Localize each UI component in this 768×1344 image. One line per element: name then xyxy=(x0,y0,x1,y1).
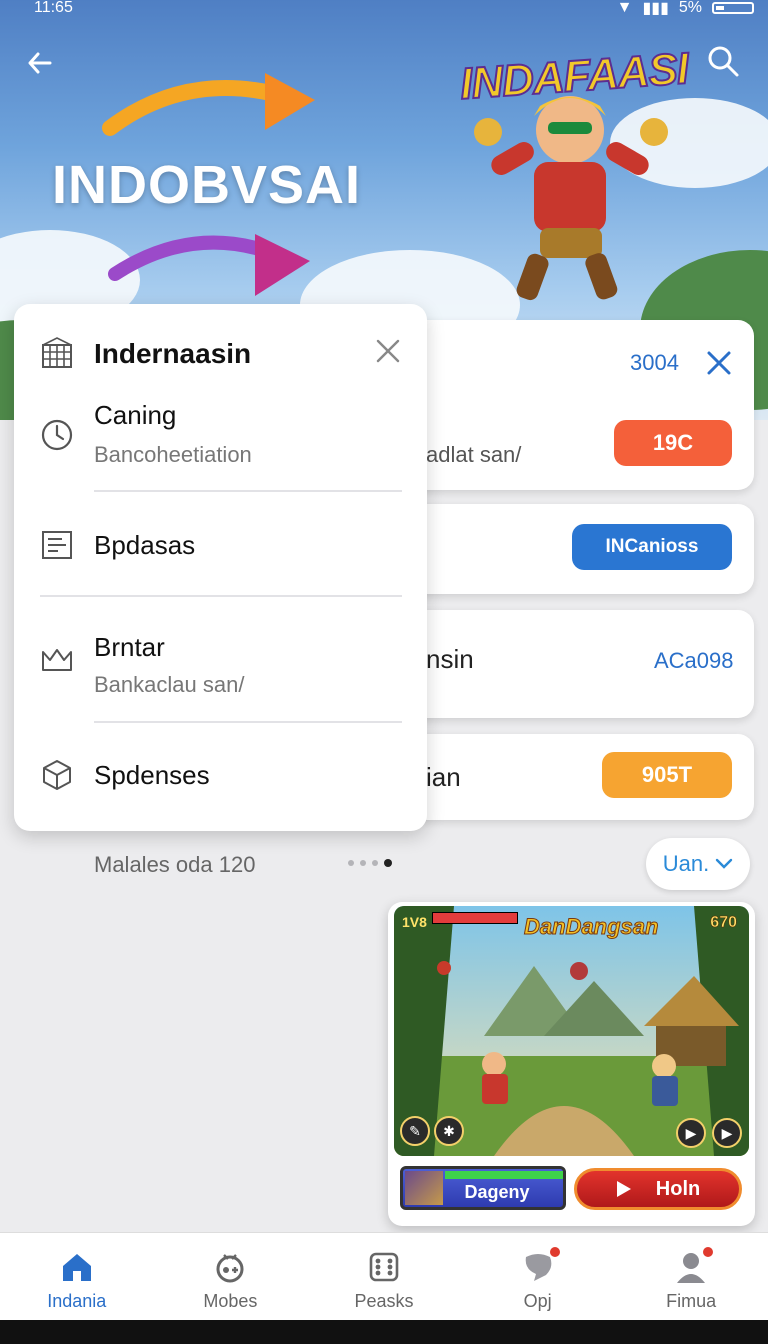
menu-item-label: Bpdasas xyxy=(94,530,196,560)
menu-item-label: Caning xyxy=(94,400,177,430)
play-label: Holn xyxy=(655,1177,701,1200)
play-icon-button[interactable]: ▶ xyxy=(712,1118,742,1148)
notification-badge xyxy=(701,1245,716,1259)
battery-percent: 5% xyxy=(678,0,702,16)
menu-item-label: Brntar xyxy=(94,632,165,662)
nav-item-home[interactable]: Indania xyxy=(0,1233,154,1320)
back-arrow-icon xyxy=(28,52,52,74)
page-dot[interactable] xyxy=(360,860,366,866)
clock-icon xyxy=(41,419,73,451)
close-icon[interactable] xyxy=(375,338,401,364)
system-navigation-bar xyxy=(0,1320,768,1344)
chevron-down-icon xyxy=(716,858,733,869)
card1-pill-button[interactable]: 19C xyxy=(614,420,732,466)
view-label: Uan. xyxy=(662,851,710,876)
game-card[interactable]: 1V8 DanDangsan 670 ✎ ✱ ▶ ▶ Dageny Holn xyxy=(388,902,755,1226)
orange-arrow-graphic xyxy=(102,73,315,136)
card2-pill-button[interactable]: INCanioss xyxy=(572,524,732,570)
controller-icon xyxy=(216,1254,244,1283)
dageny-label: Dageny xyxy=(464,1181,530,1202)
nav-label: Peasks xyxy=(354,1291,414,1311)
card1-sub: adlat san/ xyxy=(426,442,522,467)
purple-arrow-graphic xyxy=(108,234,310,296)
menu-item-caning[interactable]: Caning Bancoheetiation xyxy=(14,394,427,494)
page-dot[interactable] xyxy=(348,860,354,866)
dropdown-menu: Indernaasin Caning Bancoheetiation Bpdas… xyxy=(14,304,427,831)
card3-value[interactable]: ACa098 xyxy=(654,648,734,674)
skill-button[interactable]: ✎ xyxy=(400,1116,430,1146)
character-thumbnail xyxy=(405,1171,443,1205)
view-dropdown-button[interactable]: Uan. xyxy=(646,838,750,890)
grid-building-icon xyxy=(42,337,72,368)
menu-item-brntar[interactable]: Brntar Bankaclau san/ xyxy=(14,620,427,720)
nav-label: Opj xyxy=(523,1291,552,1311)
hero-title: INDOBVSAI xyxy=(52,155,362,215)
card3-text: nsin xyxy=(426,644,474,674)
play-icon xyxy=(616,1181,631,1197)
nav-label: Fimua xyxy=(666,1291,717,1311)
status-time: 11:65 xyxy=(34,0,73,16)
game-level: 1V8 xyxy=(402,914,427,930)
search-button[interactable] xyxy=(706,44,744,82)
notification-badge xyxy=(547,1245,562,1259)
card4-text: ian xyxy=(426,762,461,792)
settings-gear-button[interactable]: ✱ xyxy=(434,1116,464,1146)
status-icons: ▼ ▮▮▮ 5% xyxy=(617,0,754,18)
signal-icon: ▮▮▮ xyxy=(642,0,669,17)
card1-value: 3004 xyxy=(630,350,679,375)
menu-item-label: Spdenses xyxy=(94,760,210,790)
nav-item-peasks[interactable]: Peasks xyxy=(307,1233,461,1320)
xp-bar xyxy=(445,1171,563,1179)
profile-icon-wrapper xyxy=(673,1245,716,1285)
dageny-button[interactable]: Dageny xyxy=(400,1166,566,1210)
menu-item-bpdasas[interactable]: Bpdasas xyxy=(14,514,427,584)
health-bar xyxy=(432,912,518,924)
bottom-navigation: Indania Mobes Peasks Opj Fimua xyxy=(0,1232,768,1320)
game-score: 670 xyxy=(710,914,737,932)
divider xyxy=(94,490,402,492)
divider xyxy=(94,721,402,723)
battery-icon xyxy=(712,2,754,14)
menu-item-sub: Bancoheetiation xyxy=(94,442,252,467)
game-screenshot: 1V8 DanDangsan 670 ✎ ✱ ▶ ▶ xyxy=(394,906,749,1156)
page-dot-active[interactable] xyxy=(384,859,392,867)
menu-item-spdenses[interactable]: Spdenses xyxy=(14,744,427,814)
close-icon[interactable] xyxy=(706,350,732,376)
game-title: DanDangsan xyxy=(523,914,659,940)
home-icon xyxy=(62,1254,91,1281)
page-dot[interactable] xyxy=(372,860,378,866)
search-icon xyxy=(708,46,739,77)
nav-label: Mobes xyxy=(203,1291,258,1311)
menu-item-sub: Bankaclau san/ xyxy=(94,672,245,697)
cube-icon xyxy=(43,760,71,790)
nav-label: Indania xyxy=(47,1291,107,1311)
back-button[interactable] xyxy=(24,46,60,82)
play-button[interactable]: Holn xyxy=(574,1168,742,1210)
chat-icon-wrapper xyxy=(520,1245,562,1285)
next-button[interactable]: ▶ xyxy=(676,1118,706,1148)
nav-item-fimua[interactable]: Fimua xyxy=(614,1233,768,1320)
crown-icon xyxy=(42,649,72,671)
dice-icon xyxy=(369,1252,399,1282)
menu-title: Indernaasin xyxy=(94,338,252,369)
nav-item-opj[interactable]: Opj xyxy=(461,1233,615,1320)
document-icon xyxy=(42,531,72,559)
divider xyxy=(40,595,402,597)
nav-item-mobes[interactable]: Mobes xyxy=(154,1233,308,1320)
status-bar: 11:65 ▼ ▮▮▮ 5% xyxy=(0,0,768,18)
pagination-dots[interactable] xyxy=(348,859,392,867)
card4-pill-button[interactable]: 905T xyxy=(602,752,732,798)
matches-count-text: Malales oda 120 xyxy=(94,852,256,877)
wifi-icon: ▼ xyxy=(616,0,633,16)
